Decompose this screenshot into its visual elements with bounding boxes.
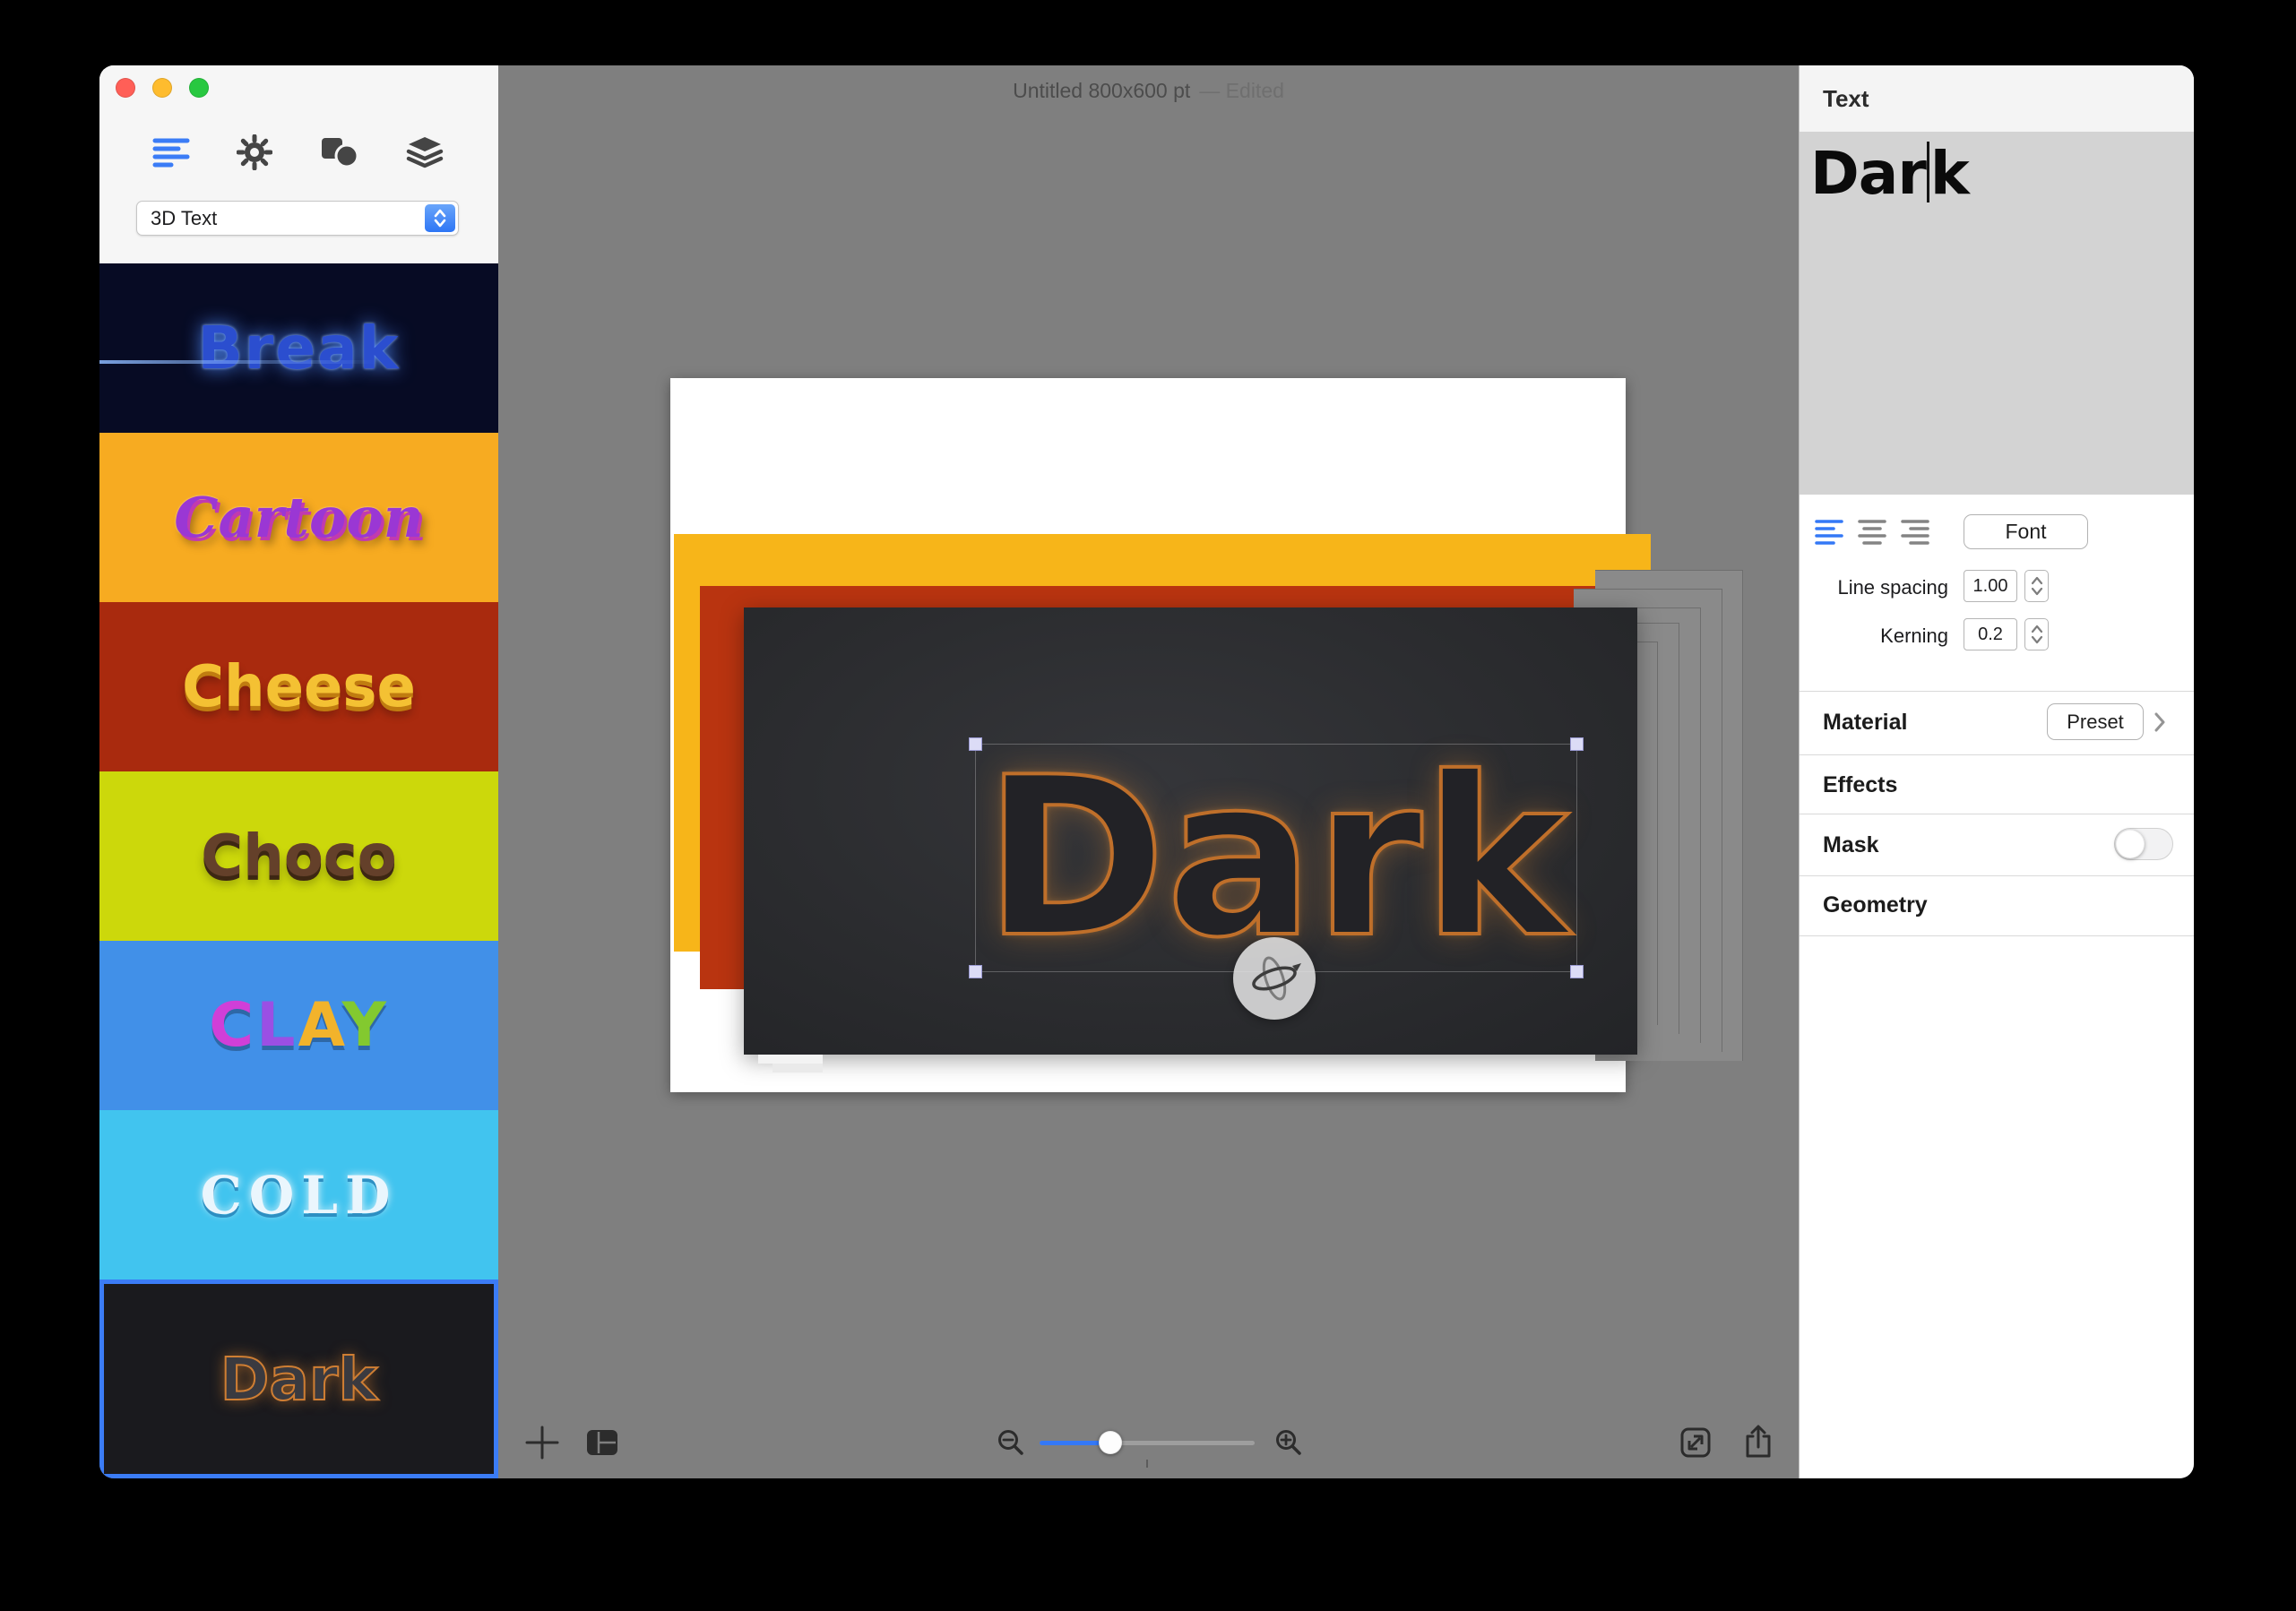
zoom-in-icon[interactable]: [1274, 1428, 1303, 1457]
app-window: 3D Text Break Cartoon Cheese: [99, 65, 2194, 1478]
align-right-icon[interactable]: [1898, 518, 1930, 547]
document-title: Untitled 800x600 pt — Edited: [498, 79, 1799, 103]
preset-label: Dark: [220, 1345, 378, 1414]
material-preset-button[interactable]: Preset: [2047, 703, 2144, 740]
scale-icon[interactable]: [1678, 1425, 1713, 1460]
preset-cold[interactable]: COLD: [99, 1110, 498, 1279]
divider: [1800, 754, 2194, 755]
preset-label: Cartoon: [174, 485, 424, 550]
preset-dark[interactable]: Dark: [99, 1279, 498, 1478]
font-button[interactable]: Font: [1964, 514, 2088, 549]
selection-handle[interactable]: [1570, 965, 1584, 978]
screen: 3D Text Break Cartoon Cheese: [0, 0, 2296, 1611]
align-left-icon[interactable]: [1814, 518, 1846, 547]
text-input[interactable]: Dark: [1800, 132, 2194, 495]
mask-toggle-knob[interactable]: [2116, 830, 2145, 858]
align-center-icon[interactable]: [1856, 518, 1888, 547]
preset-list: Break Cartoon Cheese Choco CLAY COLD: [99, 263, 498, 1478]
document-title-text: Untitled 800x600 pt: [1013, 79, 1190, 102]
preset-cheese[interactable]: Cheese: [99, 602, 498, 771]
traffic-lights: [116, 78, 209, 98]
kerning-input[interactable]: 0.2: [1964, 618, 2017, 650]
zoom-slider-tick: [1146, 1460, 1148, 1468]
sidebar-toolbar: 3D Text: [99, 65, 498, 263]
layers-icon[interactable]: [403, 131, 446, 174]
preset-label: Break: [197, 314, 400, 383]
divider: [1800, 691, 2194, 692]
zoom-slider-knob[interactable]: [1099, 1431, 1122, 1454]
preset-label: CLAY: [209, 990, 389, 1061]
sidebar: 3D Text Break Cartoon Cheese: [99, 65, 498, 1478]
preset-clay[interactable]: CLAY: [99, 941, 498, 1110]
line-spacing-label: Line spacing: [1800, 576, 1948, 599]
inspector-header-title: Text: [1823, 65, 1869, 132]
text-caret: [1927, 142, 1929, 202]
kerning-stepper[interactable]: [2024, 618, 2049, 650]
add-button[interactable]: [521, 1421, 564, 1464]
mask-section-label: Mask: [1823, 832, 1879, 858]
popup-stepper-icon: [425, 204, 455, 232]
preset-choco[interactable]: Choco: [99, 771, 498, 941]
page-stack-edge: [758, 1055, 823, 1064]
presets-list-icon[interactable]: [150, 131, 193, 174]
zoom-out-icon[interactable]: [997, 1428, 1025, 1457]
inspector-panel: Text Dark Font Line sp: [1799, 65, 2194, 1478]
line-spacing-input[interactable]: 1.00: [1964, 570, 2017, 602]
selection-handle[interactable]: [1570, 737, 1584, 751]
text-input-value: Dark: [1810, 139, 1969, 208]
chevron-right-icon[interactable]: [2152, 711, 2168, 733]
line-spacing-stepper[interactable]: [2024, 570, 2049, 602]
category-dropdown[interactable]: 3D Text: [136, 201, 459, 236]
preset-label: Choco: [201, 823, 396, 890]
geometry-section-label: Geometry: [1823, 892, 1928, 918]
page-stack-edge: [773, 1064, 823, 1073]
zoom-slider[interactable]: [1040, 1431, 1255, 1454]
collage-icon[interactable]: [583, 1423, 622, 1462]
divider: [1800, 875, 2194, 876]
category-dropdown-value: 3D Text: [151, 202, 217, 236]
share-icon[interactable]: [1740, 1422, 1776, 1461]
shapes-icon[interactable]: [318, 131, 361, 174]
settings-gear-icon[interactable]: [233, 131, 276, 174]
minimize-button[interactable]: [152, 78, 172, 98]
material-section-label: Material: [1823, 710, 1907, 736]
mask-toggle[interactable]: [2114, 828, 2173, 860]
close-button[interactable]: [116, 78, 135, 98]
preset-label: Cheese: [182, 654, 416, 720]
rotate-3d-control[interactable]: [1233, 937, 1316, 1020]
preset-break[interactable]: Break: [99, 263, 498, 433]
rotate-3d-icon: [1246, 950, 1303, 1007]
inspector-header: Text: [1800, 65, 2194, 132]
zoom-button[interactable]: [189, 78, 209, 98]
canvas-area: Untitled 800x600 pt— Edited Dark: [498, 65, 1799, 1478]
kerning-label: Kerning: [1800, 625, 1948, 648]
divider: [1800, 935, 2194, 936]
preset-cartoon[interactable]: Cartoon: [99, 433, 498, 602]
preset-label: COLD: [201, 1165, 398, 1226]
document-edited-badge: — Edited: [1199, 79, 1284, 102]
effects-section-label: Effects: [1823, 772, 1897, 798]
selection-handle[interactable]: [969, 965, 982, 978]
selection-handle[interactable]: [969, 737, 982, 751]
